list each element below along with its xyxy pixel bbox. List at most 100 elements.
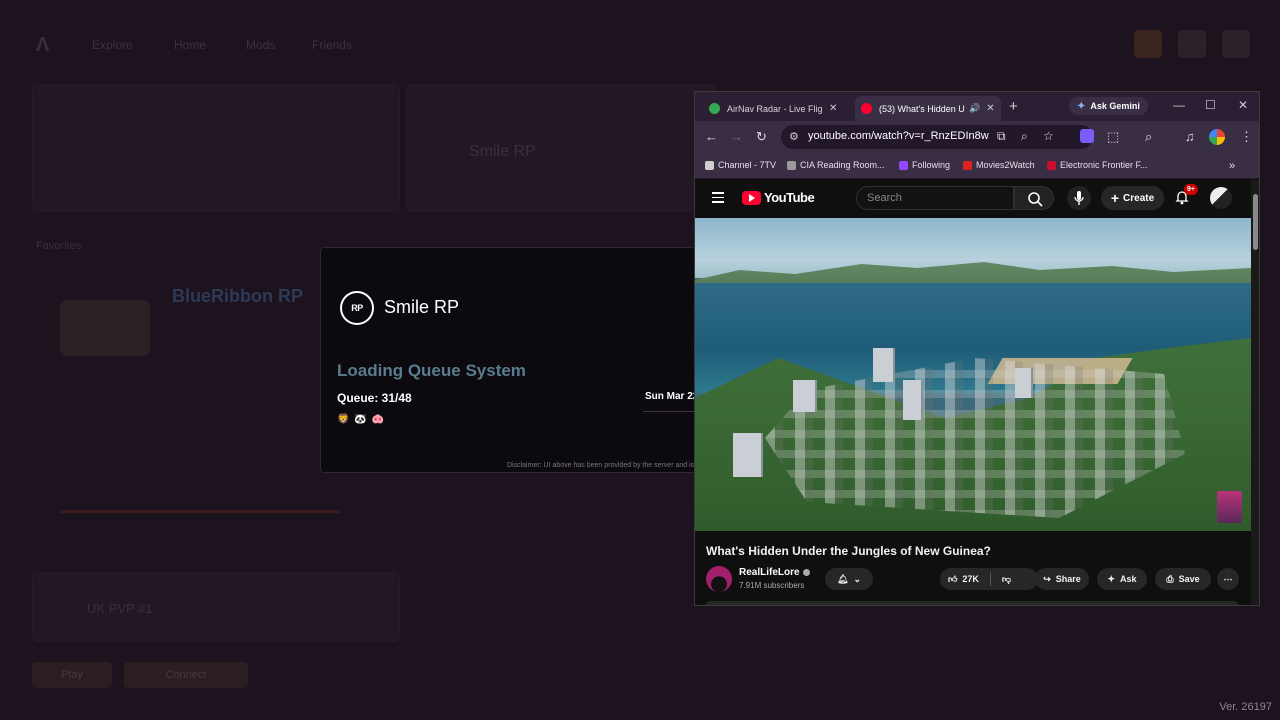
thumbs-down-icon[interactable]: 👎︎ <box>1002 574 1011 585</box>
video-building <box>1015 368 1033 398</box>
site-info-icon[interactable]: ⚙ <box>789 130 799 143</box>
divider <box>989 572 991 586</box>
more-actions-button[interactable]: ⋯ <box>1217 568 1239 590</box>
bookmark-7tv[interactable]: Channel - 7TV <box>705 160 776 170</box>
channel-name[interactable]: RealLifeLore <box>739 567 810 578</box>
video-title: What's Hidden Under the Jungles of New G… <box>706 544 991 558</box>
url-text[interactable]: youtube.com/watch?v=r_RnzEDIn8w <box>808 130 989 142</box>
list-item-label[interactable]: UK PVP #1 <box>87 601 153 616</box>
scrollbar-thumb[interactable] <box>1253 194 1258 250</box>
voice-search-button[interactable] <box>1067 186 1091 210</box>
launcher-settings-button[interactable] <box>1178 30 1206 58</box>
connect-button[interactable]: Connect <box>124 662 248 688</box>
search-button[interactable] <box>1014 186 1054 210</box>
gemini-sparkle-icon: ✦ <box>1077 100 1086 112</box>
like-button[interactable]: 👍︎ 27K <box>948 574 979 585</box>
bookmark-following[interactable]: Following <box>899 160 950 170</box>
video-player[interactable] <box>695 218 1251 531</box>
create-label: Create <box>1123 192 1155 204</box>
launcher-progress <box>60 510 340 513</box>
account-avatar[interactable] <box>1210 187 1232 209</box>
minimize-icon[interactable]: — <box>1173 98 1185 112</box>
save-label: Save <box>1178 574 1200 584</box>
channel-avatar[interactable] <box>706 566 732 592</box>
verified-icon <box>802 568 810 576</box>
close-icon[interactable]: ✕ <box>986 103 994 114</box>
ask-label: Ask <box>1120 574 1137 584</box>
thumbs-up-icon: 👍︎ <box>948 573 958 584</box>
launcher-profile-button[interactable] <box>1222 30 1250 58</box>
bookmark-star-icon[interactable]: ☆ <box>1043 129 1054 143</box>
sparkle-icon: ✦ <box>1107 573 1116 584</box>
movies2watch-icon <box>963 160 972 170</box>
tab-title: (53) What's Hidden U <box>879 103 965 114</box>
twitch-extension-icon[interactable] <box>1080 129 1094 143</box>
video-building <box>903 380 923 420</box>
video-building <box>793 380 817 412</box>
ask-gemini-label: Ask Gemini <box>1090 101 1140 111</box>
window-close-icon[interactable]: ✕ <box>1238 98 1248 112</box>
search-tabs-icon[interactable]: ⌕ <box>1145 129 1152 145</box>
address-bar[interactable]: ⚙ youtube.com/watch?v=r_RnzEDIn8w ⧉ ⌕ ☆ <box>781 125 1093 149</box>
maximize-icon[interactable]: ☐ <box>1205 98 1216 112</box>
queue-position: Queue: 31/48 <box>337 391 412 405</box>
speaker-icon[interactable]: 🔊 <box>969 103 980 114</box>
video-building <box>733 433 763 477</box>
notification-badge: 9+ <box>1184 184 1198 195</box>
more-bookmarks-icon[interactable]: » <box>1229 160 1235 172</box>
install-app-icon[interactable]: ⧉ <box>997 129 1006 144</box>
profile-avatar[interactable] <box>1209 129 1225 145</box>
zoom-icon[interactable]: ⌕ <box>1021 129 1028 144</box>
channel-watermark[interactable] <box>1217 491 1242 523</box>
nav-mods[interactable]: Mods <box>246 38 275 52</box>
hamburger-menu-icon[interactable] <box>712 192 724 206</box>
tab-strip: AirNav Radar - Live Flight ✕ (53) What's… <box>695 92 1259 121</box>
create-button[interactable]: + Create <box>1101 186 1164 210</box>
page-scrollbar[interactable] <box>1251 180 1259 605</box>
bookmark-eff[interactable]: Electronic Frontier F... <box>1047 160 1148 170</box>
browser-toolbar: ← → ↻ ⚙ youtube.com/watch?v=r_RnzEDIn8w … <box>695 121 1259 154</box>
youtube-logo[interactable]: YouTube <box>742 190 815 205</box>
ask-gemini-button[interactable]: ✦ Ask Gemini <box>1069 97 1148 115</box>
youtube-favicon-icon <box>861 103 872 114</box>
play-button[interactable]: Play <box>32 662 112 688</box>
save-button[interactable]: ⎙ Save <box>1155 568 1211 590</box>
chevron-down-icon: ⌄ <box>853 573 861 584</box>
server-title[interactable]: BlueRibbon RP <box>172 286 303 307</box>
bookmark-icon: ⎙ <box>1166 573 1174 584</box>
channel-name-text: RealLifeLore <box>739 567 800 578</box>
bookmark-movies2watch[interactable]: Movies2Watch <box>963 160 1035 170</box>
version-label: Ver. 26197 <box>1219 701 1272 713</box>
subscribe-bell-button[interactable]: 🔔︎ ⌄ <box>825 568 873 590</box>
menu-kebab-icon[interactable]: ⋮ <box>1240 129 1253 145</box>
airnav-favicon-icon <box>709 103 720 114</box>
search-icon <box>1028 192 1043 207</box>
media-controls-icon[interactable]: ♫ <box>1185 129 1195 144</box>
bookmark-cia[interactable]: CIA Reading Room... <box>787 160 885 170</box>
ask-button[interactable]: ✦ Ask <box>1097 568 1147 590</box>
launcher-search-panel <box>32 84 400 212</box>
7tv-icon <box>705 160 714 170</box>
section-label: Favorites <box>36 240 82 252</box>
description-box[interactable] <box>705 601 1239 605</box>
nav-home[interactable]: Home <box>174 38 206 52</box>
server-logo: RP <box>340 291 374 325</box>
tab-youtube[interactable]: (53) What's Hidden U 🔊 ✕ <box>855 96 1001 121</box>
server-dim-title: Smile RP <box>469 143 536 160</box>
launcher-accent-button[interactable] <box>1134 30 1162 58</box>
microphone-icon <box>1074 191 1084 205</box>
reload-icon[interactable]: ↻ <box>756 129 767 145</box>
back-icon[interactable]: ← <box>705 129 718 144</box>
share-button[interactable]: ↪ Share <box>1035 568 1089 590</box>
extensions-icon[interactable]: ⬚ <box>1107 129 1119 145</box>
nav-explore[interactable]: Explore <box>92 38 133 52</box>
search-input[interactable]: Search <box>856 186 1014 210</box>
new-tab-button[interactable]: + <box>1009 98 1018 115</box>
bookmark-label: Following <box>912 160 951 170</box>
launcher-logo[interactable]: Λ <box>36 34 49 57</box>
youtube-wordmark: YouTube <box>764 190 815 205</box>
tab-airnav[interactable]: AirNav Radar - Live Flight ✕ <box>703 96 853 121</box>
close-icon[interactable]: ✕ <box>829 103 837 114</box>
forward-icon[interactable]: → <box>730 129 743 144</box>
nav-friends[interactable]: Friends <box>312 38 352 52</box>
